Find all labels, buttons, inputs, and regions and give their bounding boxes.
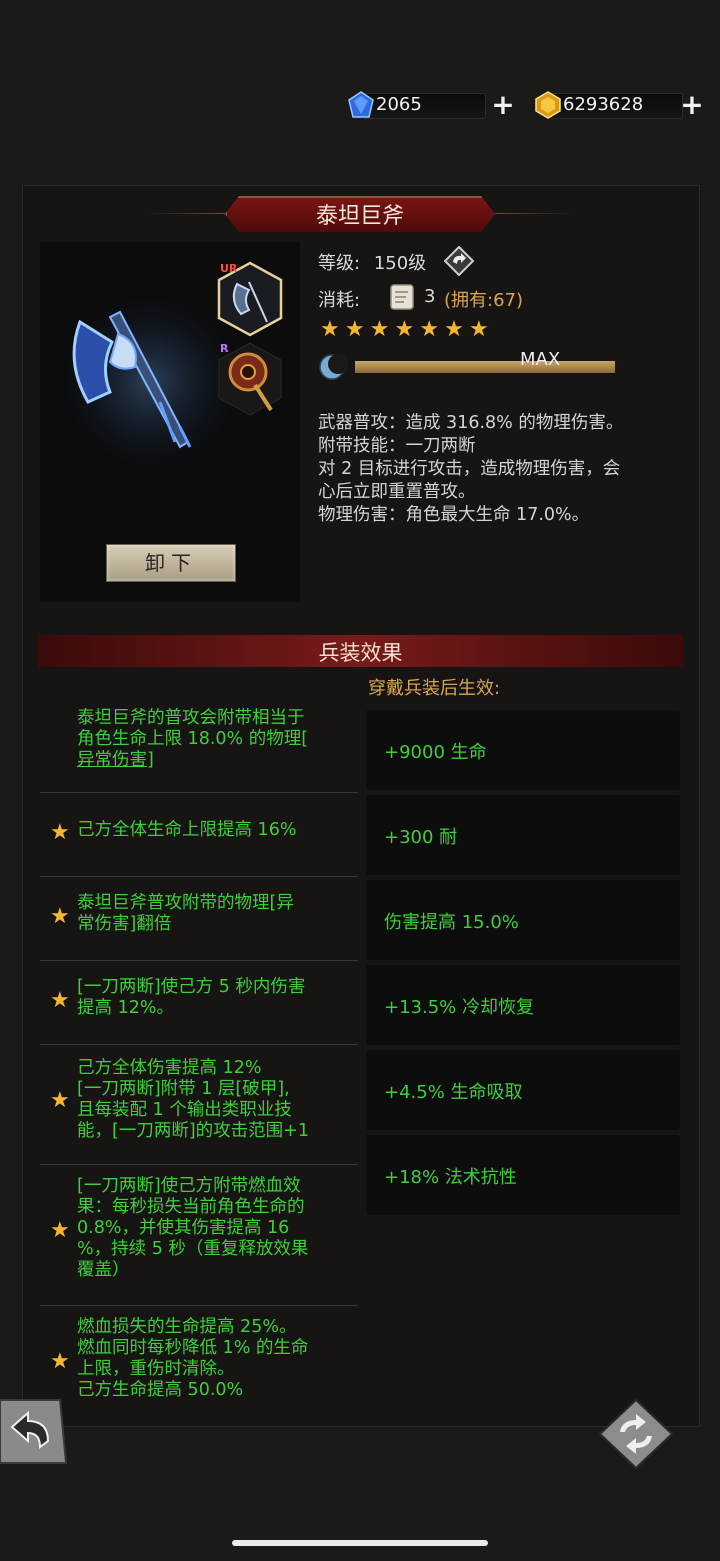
row-divider xyxy=(40,876,358,877)
weapon-title: 泰坦巨斧 xyxy=(315,204,404,229)
effect-line: 角色生命上限 18.0% 的物理[ xyxy=(77,729,309,749)
diamond-counter: 2065 + xyxy=(346,90,516,120)
weapon-description: 武器普攻：造成 316.8% 的物理伤害。 附带技能：一刀两断 对 2 目标进行… xyxy=(318,412,688,527)
effect-row: ★ 泰坦巨斧普攻附带的物理[异 常伤害]翻倍 xyxy=(40,880,358,960)
effect-row: ★ 己方全体生命上限提高 16% xyxy=(40,796,358,876)
stat-box: +18% 法术抗性 xyxy=(366,1135,680,1215)
stat-value: +9000 生命 xyxy=(384,742,487,763)
effect-line: 果：每秒损失当前角色生命的 xyxy=(77,1197,305,1217)
gold-gem-icon xyxy=(535,91,561,119)
effect-line: 己方全体生命上限提高 16% xyxy=(77,820,297,840)
star-icon: ★ xyxy=(344,317,365,342)
stat-box: +13.5% 冷却恢复 xyxy=(366,965,680,1045)
cost-row: 消耗: xyxy=(318,286,360,312)
effect-line: [一刀两断]使己方 5 秒内伤害 xyxy=(77,977,306,997)
r-badge: R xyxy=(220,342,229,355)
effects-section-title: 兵装效果 xyxy=(318,641,403,665)
unequip-button[interactable]: 卸下 xyxy=(106,544,236,582)
effect-line: 泰坦巨斧普攻附带的物理[异 xyxy=(77,893,294,913)
effect-row: ★ [一刀两断]使己方 5 秒内伤害 提高 12%。 xyxy=(40,964,358,1044)
gold-value: 6293628 xyxy=(563,94,644,115)
description-line: 附带技能：一刀两断 xyxy=(318,436,476,456)
effect-line: 燃血损失的生命提高 25%。 xyxy=(77,1317,297,1337)
effect-line: 己方生命提高 50.0% xyxy=(77,1380,244,1400)
effect-line: 上限，重伤时清除。 xyxy=(77,1359,235,1379)
star-icon: ★ xyxy=(444,317,464,342)
home-indicator xyxy=(232,1540,488,1546)
effect-line: [一刀两断]附带 1 层[破甲], xyxy=(77,1079,290,1099)
effect-line: 覆盖） xyxy=(77,1260,130,1280)
star-icon: ★ xyxy=(419,317,440,342)
star-icon: ★ xyxy=(468,317,489,342)
cost-label: 消耗: xyxy=(318,290,361,311)
back-button[interactable] xyxy=(0,1395,70,1470)
effect-row: ★ 己方全体伤害提高 12% [一刀两断]附带 1 层[破甲], 且每装配 1 … xyxy=(40,1048,358,1160)
row-divider xyxy=(40,1305,358,1306)
effect-line: 燃血同时每秒降低 1% 的生命 xyxy=(77,1338,309,1358)
stat-box: +9000 生命 xyxy=(366,710,680,790)
cost-value: 3 xyxy=(424,286,436,307)
swap-button[interactable] xyxy=(598,1398,674,1470)
level-row: 等级: 150级 xyxy=(318,249,426,275)
star-icon: ★ xyxy=(50,1218,70,1243)
star-rating: ★ ★ ★ ★ ★ ★ ★ xyxy=(320,317,489,342)
effect-row: ★ [一刀两断]使己方附带燃血效 果：每秒损失当前角色生命的 0.8%，并使其伤… xyxy=(40,1168,358,1303)
diamond-value: 2065 xyxy=(376,94,422,115)
progress-bar xyxy=(355,361,615,373)
effect-line: 能，[一刀两断]的攻击范围+1 xyxy=(77,1121,309,1141)
row-divider xyxy=(40,1164,358,1165)
effect-line: 泰坦巨斧的普攻会附带相当于 xyxy=(77,708,305,728)
star-icon: ★ xyxy=(320,317,340,342)
effect-line: 提高 12%。 xyxy=(77,998,174,1018)
effect-row: 泰坦巨斧的普攻会附带相当于 角色生命上限 18.0% 的物理[ 异常伤害] xyxy=(40,708,358,788)
star-icon: ★ xyxy=(50,904,70,929)
add-gold-button[interactable]: + xyxy=(679,91,705,119)
effect-row: ★ 燃血损失的生命提高 25%。 燃血同时每秒降低 1% 的生命 上限，重伤时清… xyxy=(40,1309,358,1419)
description-line: 对 2 目标进行攻击，造成物理伤害，会 xyxy=(318,459,621,479)
effect-line: %，持续 5 秒（重复释放效果 xyxy=(77,1239,309,1259)
level-label: 等级: xyxy=(318,253,361,274)
title-divider-right xyxy=(495,213,575,214)
add-diamond-button[interactable]: + xyxy=(490,91,516,119)
gold-counter: 6293628 + xyxy=(533,90,708,120)
description-line: 心后立即重置普攻。 xyxy=(318,482,476,502)
title-divider-left xyxy=(145,213,225,214)
star-icon: ★ xyxy=(50,1349,70,1374)
stat-value: +13.5% 冷却恢复 xyxy=(384,997,534,1018)
scroll-item-icon xyxy=(390,284,414,310)
star-icon: ★ xyxy=(50,988,70,1013)
star-icon: ★ xyxy=(369,317,390,342)
stat-value: +4.5% 生命吸取 xyxy=(384,1082,523,1103)
effect-line: 0.8%，并使其伤害提高 16 xyxy=(77,1218,290,1238)
effect-line: 常伤害]翻倍 xyxy=(77,914,172,934)
effect-line: [一刀两断]使己方附带燃血效 xyxy=(77,1176,301,1196)
effects-note: 穿戴兵装后生效: xyxy=(368,678,501,699)
level-up-icon[interactable] xyxy=(444,246,474,276)
progress-max-label: MAX xyxy=(520,349,561,370)
stat-value: 伤害提高 15.0% xyxy=(384,912,519,933)
effect-line: 且每装配 1 个输出类职业技 xyxy=(77,1100,292,1120)
effect-line: 己方全体伤害提高 12% xyxy=(77,1058,262,1078)
stat-box: +4.5% 生命吸取 xyxy=(366,1050,680,1130)
effect-line[interactable]: 异常伤害] xyxy=(77,750,357,771)
stat-value: +300 耐 xyxy=(384,827,458,848)
stat-box: +300 耐 xyxy=(366,795,680,875)
star-icon: ★ xyxy=(394,317,415,342)
row-divider xyxy=(40,792,358,793)
stat-box: 伤害提高 15.0% xyxy=(366,880,680,960)
star-icon: ★ xyxy=(50,1088,70,1113)
level-value: 150级 xyxy=(373,253,427,274)
moon-icon xyxy=(319,354,348,380)
ur-badge: UR xyxy=(220,262,238,275)
cost-owned: (拥有:67) xyxy=(444,290,524,311)
star-icon: ★ xyxy=(50,820,70,845)
description-line: 物理伤害：角色最大生命 17.0%。 xyxy=(318,505,590,525)
row-divider xyxy=(40,960,358,961)
stat-value: +18% 法术抗性 xyxy=(384,1167,517,1188)
blue-gem-icon xyxy=(348,91,374,118)
row-divider xyxy=(40,1044,358,1045)
description-line: 武器普攻：造成 316.8% 的物理伤害。 xyxy=(318,413,624,433)
